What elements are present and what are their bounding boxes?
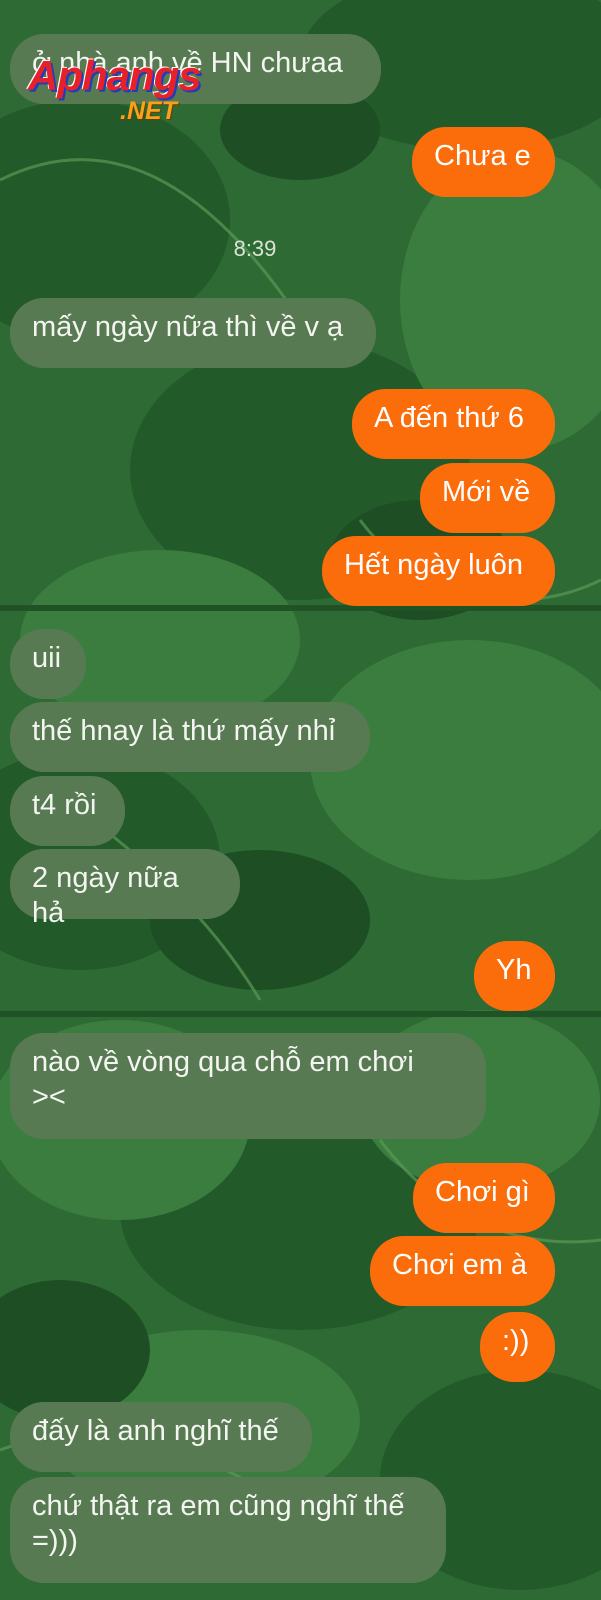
message-incoming[interactable]: mấy ngày nữa thì về v ạ [10, 298, 376, 368]
watermark-logo: Aphangs .NET [28, 52, 218, 130]
message-outgoing[interactable]: Yh [474, 941, 555, 1011]
message-outgoing[interactable]: Mới về [420, 463, 555, 533]
message-incoming[interactable]: đấy là anh nghĩ thế [10, 1402, 312, 1472]
watermark-suffix: .NET [120, 97, 177, 125]
message-outgoing[interactable]: :)) [480, 1312, 555, 1382]
message-outgoing[interactable]: A đến thứ 6 [352, 389, 555, 459]
watermark-brand: Aphangs [28, 52, 202, 99]
message-outgoing[interactable]: Hết ngày luôn [322, 536, 555, 606]
message-incoming[interactable]: nào về vòng qua chỗ em chơi >< [10, 1033, 486, 1139]
message-outgoing[interactable]: Chưa e [412, 127, 555, 197]
message-incoming[interactable]: t4 rồi [10, 776, 125, 846]
message-timestamp: 8:39 [233, 236, 277, 261]
message-outgoing[interactable]: Chơi em à [370, 1236, 555, 1306]
message-incoming[interactable]: uii [10, 629, 86, 699]
message-incoming[interactable]: chứ thật ra em cũng nghĩ thế =))) [10, 1477, 446, 1583]
message-outgoing[interactable]: Chơi gì [413, 1163, 555, 1233]
message-incoming[interactable]: 2 ngày nữa hả [10, 849, 240, 929]
message-incoming[interactable]: thế hnay là thứ mấy nhỉ [10, 702, 370, 772]
